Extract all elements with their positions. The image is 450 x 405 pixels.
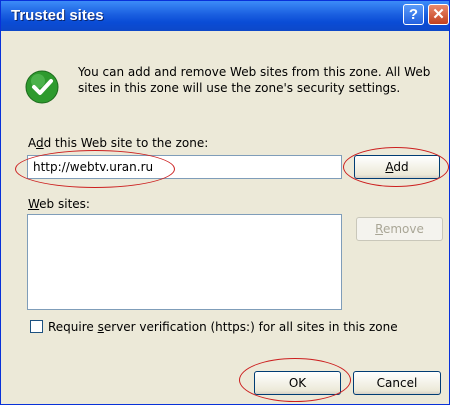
add-site-label: Add this Web site to the zone: [28,136,209,150]
check-icon [25,70,59,104]
window-title: Trusted sites [11,7,104,24]
info-message: You can add and remove Web sites from th… [78,65,431,95]
close-button[interactable]: ✕ [428,4,449,25]
cancel-button[interactable]: Cancel [353,371,441,395]
help-button[interactable]: ? [403,4,424,25]
add-button[interactable]: Add [354,155,440,179]
trusted-sites-dialog: Trusted sites ? ✕ You can add and remove… [0,0,450,405]
add-site-value: http://webtv.uran.ru [33,160,154,174]
ok-button[interactable]: OK [254,371,341,395]
server-verification-label: Require server verification (https:) for… [48,320,398,334]
title-bar[interactable]: Trusted sites ? ✕ [1,1,449,31]
remove-button[interactable]: Remove [356,217,443,241]
web-sites-list[interactable] [27,214,342,310]
server-verification-checkbox[interactable] [30,320,43,333]
add-site-input[interactable]: http://webtv.uran.ru [27,155,342,179]
web-sites-label: Web sites: [28,197,90,211]
